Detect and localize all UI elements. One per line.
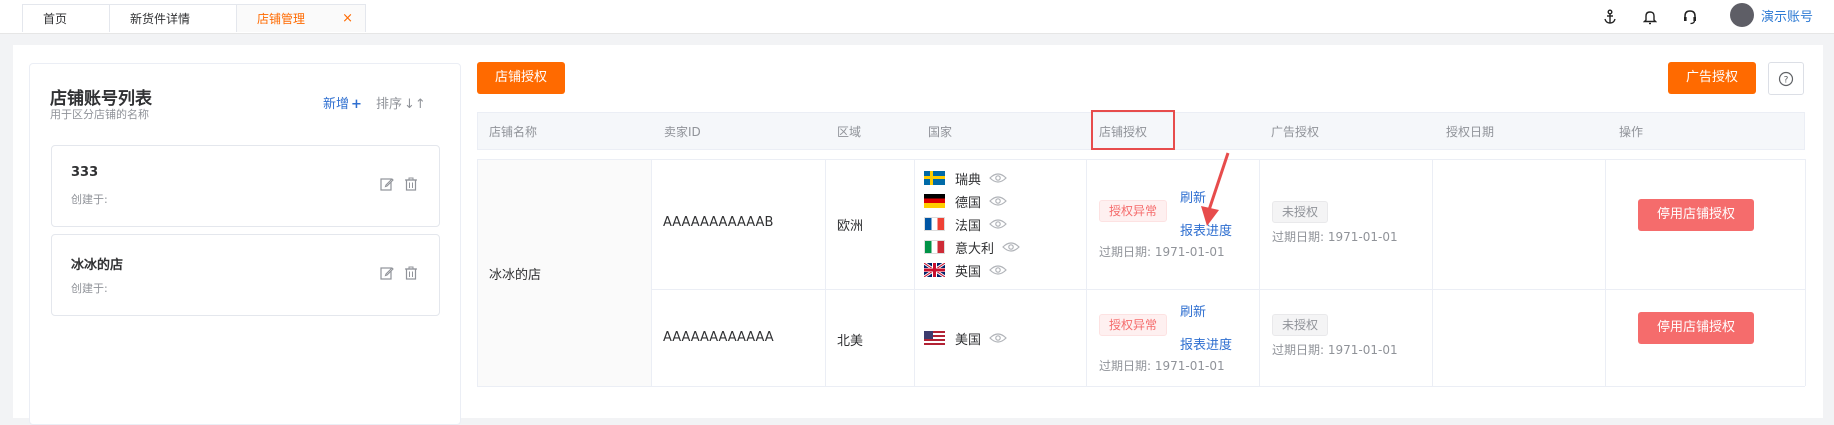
tab-store-management[interactable]: 店铺管理 × [236, 4, 366, 32]
annotation-arrow-icon [1201, 152, 1230, 226]
tab-new-shipment-label: 新货件详情 [130, 12, 191, 26]
country-item: 瑞典 [924, 169, 1007, 188]
country-item: 德国 [924, 192, 1007, 211]
sort-button[interactable]: 排序 ↓↑ [376, 93, 426, 112]
store-account-list-subtitle: 用于区分店铺的名称 [50, 108, 149, 121]
tab-store-management-label: 店铺管理 [257, 12, 306, 26]
eye-icon[interactable] [989, 264, 1007, 276]
svg-text:?: ? [1784, 75, 1789, 85]
delete-icon[interactable] [404, 176, 420, 192]
col-divider [825, 159, 826, 386]
region: 北美 [837, 334, 864, 349]
france-flag-icon [924, 217, 945, 231]
add-store-label: 新增 [323, 97, 350, 112]
sort-label: 排序 [376, 97, 403, 112]
store-card-333[interactable]: 333 创建于: [51, 145, 440, 227]
store-auth-status-badge: 授权异常 [1099, 314, 1168, 336]
col-region: 区域 [837, 125, 862, 139]
anchor-icon[interactable] [1601, 8, 1619, 26]
store-auth-status-badge: 授权异常 [1099, 200, 1168, 222]
col-auth-date: 授权日期 [1446, 125, 1495, 139]
country-item: 法国 [924, 215, 1007, 234]
col-actions: 操作 [1619, 125, 1644, 139]
store-created-label: 创建于: [71, 193, 108, 206]
usa-flag-icon [924, 331, 945, 345]
tab-home[interactable]: 首页 [22, 4, 110, 32]
country-name: 法国 [955, 218, 982, 234]
eye-icon[interactable] [1002, 241, 1020, 253]
col-divider [1086, 159, 1087, 386]
store-card-bingbing[interactable]: 冰冰的店 创建于: [51, 234, 440, 316]
top-bar: 首页 新货件详情 店铺管理 × 演示账号 [0, 0, 1834, 34]
country-name: 美国 [955, 332, 982, 348]
col-divider [1805, 159, 1806, 386]
refresh-link[interactable]: 刷新 [1180, 301, 1206, 320]
edit-icon[interactable] [380, 176, 396, 192]
eye-icon[interactable] [989, 195, 1007, 207]
country-item: 美国 [924, 329, 1007, 348]
country-name: 瑞典 [955, 172, 982, 188]
tab-home-label: 首页 [43, 12, 68, 26]
country-name: 意大利 [955, 241, 995, 257]
seller-id: AAAAAAAAAAAA [663, 330, 774, 345]
store-auth-button[interactable]: 店铺授权 [477, 62, 565, 94]
edit-icon[interactable] [380, 265, 396, 281]
store-created-label: 创建于: [71, 282, 108, 295]
col-ad-auth: 广告授权 [1271, 125, 1320, 139]
region: 欧洲 [837, 219, 864, 234]
tab-new-shipment-detail[interactable]: 新货件详情 [109, 4, 237, 32]
sweden-flag-icon [924, 171, 945, 185]
store-name: 冰冰的店 [71, 258, 124, 273]
ad-auth-status-badge: 未授权 [1272, 314, 1329, 336]
plus-icon: + [351, 97, 362, 112]
ad-auth-status-badge: 未授权 [1272, 201, 1329, 223]
ad-auth-button[interactable]: 广告授权 [1668, 62, 1756, 94]
help-button[interactable]: ? [1768, 62, 1804, 95]
add-store-button[interactable]: 新增 + [323, 93, 362, 112]
col-country: 国家 [928, 125, 953, 139]
username[interactable]: 演示账号 [1761, 6, 1813, 25]
table-store-name: 冰冰的店 [489, 268, 542, 283]
col-seller-id: 卖家ID [664, 125, 701, 139]
col-divider [1259, 159, 1260, 386]
disable-store-auth-button[interactable]: 停用店铺授权 [1638, 312, 1754, 344]
store-auth-header-highlight [1091, 110, 1175, 150]
eye-icon[interactable] [989, 172, 1007, 184]
report-progress-link[interactable]: 报表进度 [1180, 334, 1232, 353]
disable-store-auth-button[interactable]: 停用店铺授权 [1638, 199, 1754, 231]
store-auth-expiry: 过期日期: 1971-01-01 [1099, 245, 1225, 259]
col-divider [1605, 159, 1606, 386]
country-item: 意大利 [924, 238, 1020, 257]
country-name: 英国 [955, 264, 982, 280]
sort-icon: ↓↑ [404, 97, 426, 112]
germany-flag-icon [924, 194, 945, 208]
col-divider [914, 159, 915, 386]
ad-auth-expiry: 过期日期: 1971-01-01 [1272, 343, 1398, 357]
row-divider [477, 386, 1805, 387]
eye-icon[interactable] [989, 332, 1007, 344]
col-divider [651, 159, 652, 386]
italy-flag-icon [924, 240, 945, 254]
headset-icon[interactable] [1681, 8, 1699, 26]
ad-auth-expiry: 过期日期: 1971-01-01 [1272, 230, 1398, 244]
avatar[interactable] [1730, 3, 1754, 27]
uk-flag-icon [924, 263, 945, 277]
eye-icon[interactable] [989, 218, 1007, 230]
seller-id: AAAAAAAAAAAB [663, 215, 774, 230]
tab-close-icon[interactable]: × [342, 5, 353, 33]
col-store-name: 店铺名称 [489, 125, 538, 139]
store-name: 333 [71, 165, 99, 180]
bell-icon[interactable] [1641, 8, 1659, 26]
country-name: 德国 [955, 195, 982, 211]
country-item: 英国 [924, 261, 1007, 280]
delete-icon[interactable] [404, 265, 420, 281]
store-auth-expiry: 过期日期: 1971-01-01 [1099, 359, 1225, 373]
help-icon: ? [1778, 71, 1794, 86]
col-divider [1432, 159, 1433, 386]
